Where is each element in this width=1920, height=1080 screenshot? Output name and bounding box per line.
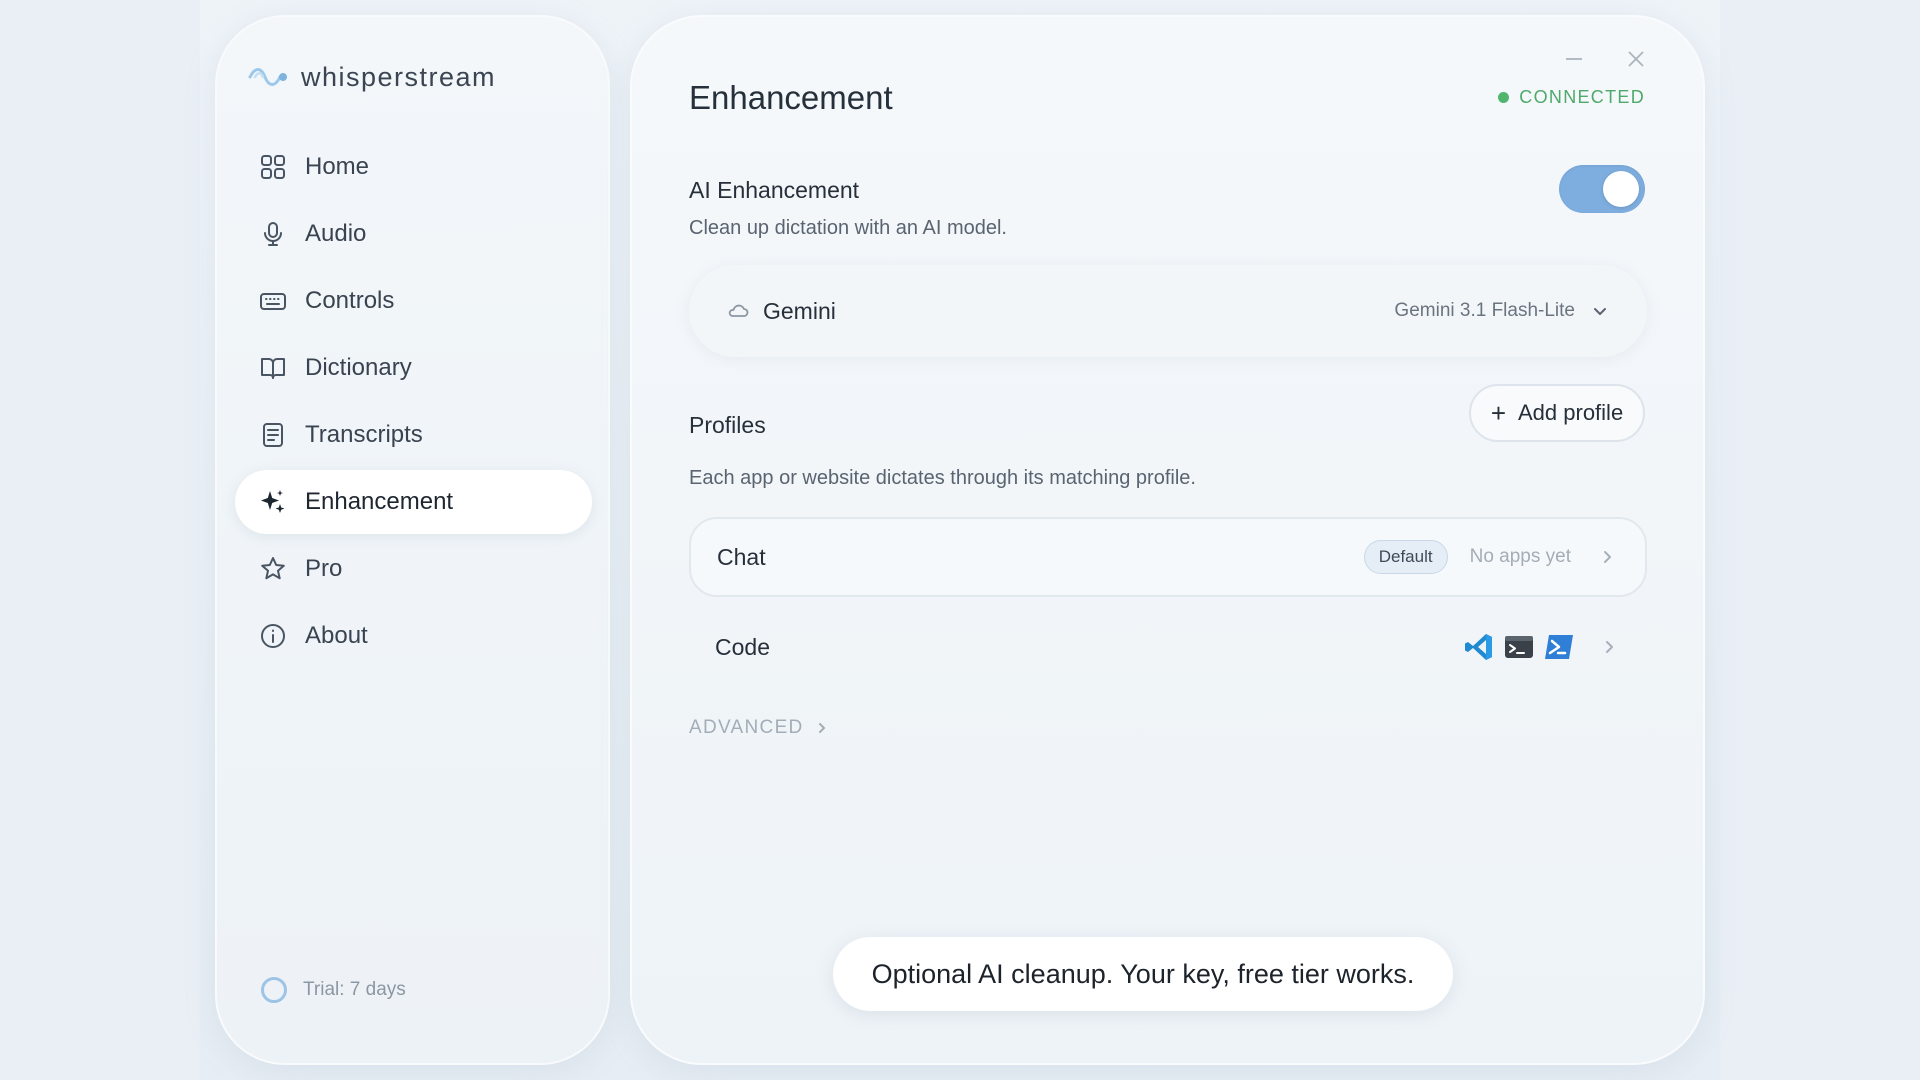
advanced-toggle[interactable]: ADVANCED — [689, 717, 828, 739]
sidebar-item-label: Dictionary — [305, 354, 412, 381]
powershell-icon — [1545, 635, 1573, 659]
toggle-knob — [1603, 171, 1639, 207]
sidebar-item-dictionary[interactable]: Dictionary — [235, 336, 592, 400]
model-selected-value: Gemini 3.1 Flash-Lite — [1394, 300, 1575, 321]
sidebar-nav: Home Audio Controls Dictionary Transcrip… — [235, 135, 592, 671]
status-dot-icon — [1498, 92, 1510, 103]
book-icon — [259, 354, 287, 382]
keyboard-icon — [259, 287, 287, 315]
main-panel: Enhancement CONNECTED AI Enhancement Cle… — [630, 15, 1705, 1065]
ai-enhancement-description: Clean up dictation with an AI model. — [689, 217, 1007, 239]
model-dropdown[interactable]: Gemini 3.1 Flash-Lite — [1394, 300, 1609, 322]
star-icon — [259, 555, 287, 583]
ai-enhancement-toggle[interactable] — [1559, 165, 1645, 213]
sidebar-item-label: Enhancement — [305, 488, 454, 515]
chevron-right-icon — [818, 723, 825, 733]
profile-row-code[interactable]: Code — [689, 607, 1647, 687]
profile-row-chat[interactable]: Chat Default No apps yet — [689, 517, 1647, 597]
profile-name: Code — [715, 633, 770, 660]
status-label: CONNECTED — [1519, 87, 1645, 107]
app-name: whisperstream — [301, 61, 497, 92]
provider-name: Gemini — [763, 297, 836, 324]
sidebar-item-label: Transcripts — [305, 421, 423, 448]
trial-status[interactable]: Trial: 7 days — [261, 977, 406, 1003]
sidebar-item-transcripts[interactable]: Transcripts — [235, 403, 592, 467]
sidebar-item-label: Controls — [305, 287, 395, 314]
sidebar-item-label: About — [305, 622, 368, 649]
provider-selector[interactable]: Gemini Gemini 3.1 Flash-Lite — [689, 265, 1647, 357]
sidebar-item-label: Pro — [305, 555, 343, 582]
profile-name: Chat — [717, 543, 766, 570]
sidebar-item-enhancement[interactable]: Enhancement — [235, 470, 592, 534]
profile-app-icons — [1463, 631, 1575, 663]
minimize-icon — [1566, 58, 1582, 60]
apps-status: No apps yet — [1469, 546, 1571, 567]
profiles-description: Each app or website dictates through its… — [689, 467, 1196, 489]
profiles-title: Profiles — [689, 412, 766, 438]
trial-label: Trial: 7 days — [303, 979, 406, 1000]
advanced-label: ADVANCED — [689, 717, 804, 738]
sidebar: whisperstream Home Audio Controls Dictio… — [215, 15, 610, 1065]
ai-enhancement-title: AI Enhancement — [689, 177, 860, 203]
plus-icon: + — [1490, 398, 1506, 428]
brand: whisperstream — [247, 57, 496, 97]
caption-banner: Optional AI cleanup. Your key, free tier… — [833, 937, 1453, 1011]
sidebar-item-audio[interactable]: Audio — [235, 202, 592, 266]
document-icon — [259, 421, 287, 449]
connection-status: CONNECTED — [1498, 87, 1645, 108]
sidebar-item-label: Audio — [305, 220, 367, 247]
sparkle-icon — [259, 488, 287, 516]
page-title: Enhancement — [689, 79, 893, 116]
sidebar-item-pro[interactable]: Pro — [235, 537, 592, 601]
cloud-icon — [728, 304, 749, 317]
whisperstream-logo-icon — [248, 68, 287, 86]
sidebar-item-about[interactable]: About — [235, 604, 592, 668]
grid-icon — [259, 153, 287, 181]
terminal-icon — [1505, 636, 1533, 658]
chevron-right-icon — [1604, 551, 1611, 563]
chevron-right-icon — [1606, 641, 1613, 653]
trial-progress-ring-icon — [261, 977, 287, 1003]
add-profile-label: Add profile — [1518, 400, 1624, 425]
vscode-icon — [1465, 634, 1492, 660]
sidebar-item-label: Home — [305, 153, 370, 180]
close-icon — [1628, 51, 1644, 67]
info-icon — [259, 622, 287, 650]
add-profile-button[interactable]: + Add profile — [1469, 384, 1645, 442]
sidebar-item-controls[interactable]: Controls — [235, 269, 592, 333]
microphone-icon — [259, 220, 287, 248]
window-controls — [1562, 47, 1648, 71]
minimize-button[interactable] — [1562, 47, 1586, 71]
default-badge: Default — [1363, 540, 1448, 574]
sidebar-item-home[interactable]: Home — [235, 135, 592, 199]
close-button[interactable] — [1624, 47, 1648, 71]
chevron-down-icon — [1594, 308, 1606, 315]
